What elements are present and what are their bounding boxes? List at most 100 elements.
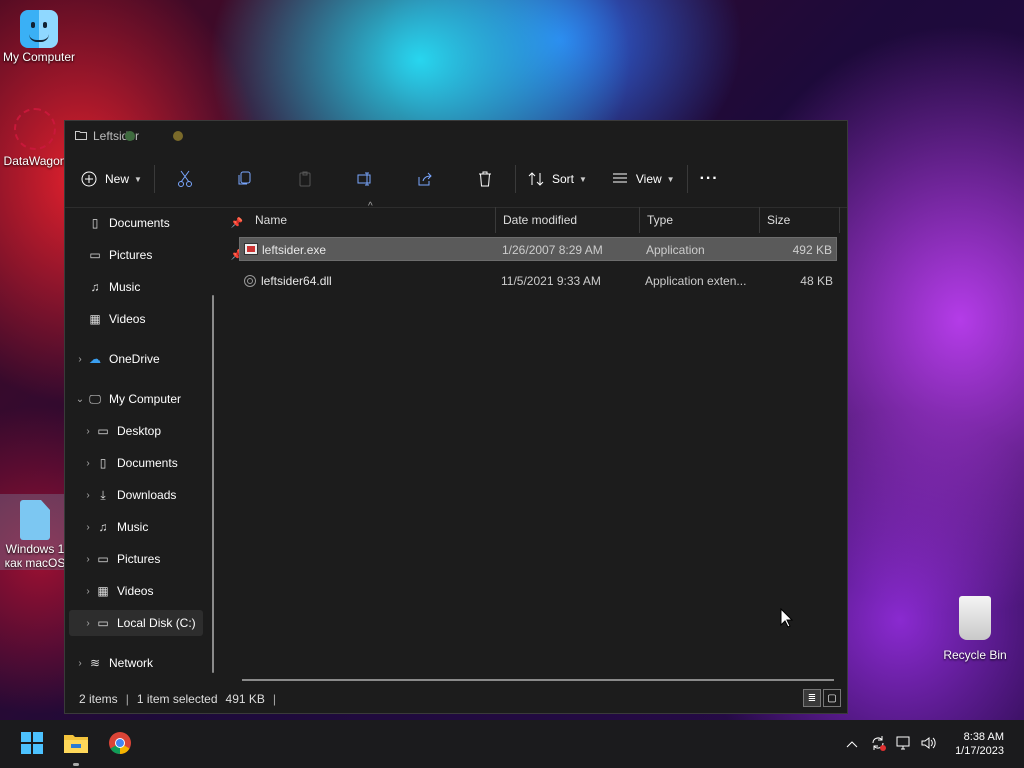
file-size: 48 KB: [800, 274, 833, 288]
document-icon: ▯: [91, 216, 99, 230]
view-button[interactable]: View ▼: [606, 163, 681, 195]
column-header-type[interactable]: Type: [647, 207, 673, 233]
nav-item-downloads[interactable]: › ⤓ Downloads: [81, 482, 221, 508]
desktop-icon: ▭: [97, 424, 109, 438]
nav-item-my-computer[interactable]: ⌄ 🖵 My Computer: [73, 386, 213, 412]
chevron-down-icon: ▼: [666, 174, 675, 184]
tiles-view-button[interactable]: ▢: [823, 689, 841, 707]
nav-item-label: OneDrive: [109, 352, 160, 366]
chevron-down-icon: ▼: [134, 174, 142, 184]
file-row[interactable]: leftsider64.dll 11/5/2021 9:33 AM Applic…: [239, 269, 837, 293]
column-header-size[interactable]: Size: [767, 207, 790, 233]
column-date-label: Date modified: [503, 213, 578, 227]
nav-scrollbar[interactable]: [212, 295, 214, 673]
chevron-right-icon[interactable]: ›: [81, 522, 95, 533]
chevron-up-icon[interactable]: [846, 737, 858, 751]
nav-item-videos[interactable]: › ▦ Videos: [81, 578, 221, 604]
network-status-icon[interactable]: [896, 735, 912, 754]
cut-button[interactable]: [161, 163, 209, 195]
copy-button[interactable]: [221, 163, 269, 195]
datawagon-icon: [14, 108, 56, 150]
nav-item-videos-quick[interactable]: ▦ Videos: [87, 306, 227, 332]
desktop-icon-windows-macos[interactable]: Windows 1 как macOS: [0, 494, 74, 570]
desktop-icon-datawagon[interactable]: DataWagon: [0, 108, 74, 168]
selection-size: 491 KB: [225, 692, 265, 706]
nav-item-local-disk[interactable]: › ▭ Local Disk (C:): [69, 610, 203, 636]
file-icon: [20, 500, 50, 540]
more-options-button[interactable]: ···: [694, 163, 725, 195]
column-divider[interactable]: [839, 207, 840, 233]
chevron-right-icon[interactable]: ›: [81, 554, 95, 565]
desktop-icon-recycle-bin[interactable]: Recycle Bin: [936, 596, 1014, 662]
nav-item-network[interactable]: › ≋ Network: [73, 650, 213, 676]
nav-item-music-quick[interactable]: ♫ Music: [87, 274, 227, 300]
start-button[interactable]: [16, 728, 48, 760]
title-bar[interactable]: Leftsider: [65, 121, 847, 151]
sort-button[interactable]: Sort ▼: [522, 163, 593, 195]
desktop-icon-my-computer[interactable]: My Computer: [0, 10, 78, 64]
explorer-body: ▯ Documents 📌 ▭ Pictures 📌 ♫ Music ▦ Vid…: [65, 201, 847, 685]
rename-icon: [357, 171, 373, 187]
maximize-button[interactable]: [125, 131, 135, 141]
chevron-down-icon[interactable]: ⌄: [73, 394, 87, 405]
chevron-right-icon[interactable]: ›: [81, 586, 95, 597]
paste-icon: [297, 171, 313, 187]
recycle-bin-icon: [959, 596, 991, 640]
nav-item-onedrive[interactable]: › ☁ OneDrive: [73, 346, 213, 372]
taskbar-file-explorer[interactable]: [60, 728, 92, 766]
delete-button[interactable]: [461, 163, 509, 195]
finder-icon: [20, 10, 58, 48]
nav-item-documents[interactable]: › ▯ Documents: [81, 450, 221, 476]
nav-item-label: Documents: [117, 456, 178, 470]
chevron-right-icon[interactable]: ›: [81, 458, 95, 469]
computer-icon: 🖵: [89, 391, 101, 406]
toolbar-separator: [514, 165, 516, 193]
selection-count: 1 item selected: [136, 692, 218, 706]
chevron-right-icon[interactable]: ›: [81, 490, 95, 501]
download-icon: ⤓: [100, 487, 106, 502]
horizontal-scrollbar[interactable]: [242, 679, 834, 681]
chevron-right-icon[interactable]: ›: [81, 618, 95, 629]
nav-item-label: Videos: [117, 584, 154, 598]
file-name: leftsider64.dll: [261, 274, 332, 288]
file-row[interactable]: leftsider.exe 1/26/2007 8:29 AM Applicat…: [239, 237, 837, 261]
clock[interactable]: 8:38 AM 1/17/2023: [955, 730, 1004, 758]
taskbar-chrome[interactable]: [104, 728, 136, 760]
dll-file-icon: [243, 274, 257, 291]
view-toggles: ≣ ▢: [803, 689, 841, 707]
nav-item-pictures[interactable]: › ▭ Pictures: [81, 546, 221, 572]
share-button[interactable]: [401, 163, 449, 195]
drive-icon: ▭: [97, 616, 109, 630]
desktop-icon-label: Recycle Bin: [943, 648, 1007, 662]
details-view-button[interactable]: ≣: [803, 689, 821, 707]
volume-icon[interactable]: [920, 735, 936, 754]
column-header-date[interactable]: Date modified: [503, 207, 577, 233]
sort-label: Sort: [551, 172, 574, 186]
chevron-right-icon[interactable]: ›: [81, 426, 95, 437]
column-divider[interactable]: [759, 207, 760, 233]
exe-file-icon: [244, 243, 258, 258]
video-icon: ▦: [89, 312, 101, 326]
file-type: Application: [646, 243, 705, 257]
nav-item-desktop[interactable]: › ▭ Desktop: [81, 418, 221, 444]
document-icon: ▯: [99, 456, 107, 470]
chevron-right-icon[interactable]: ›: [73, 658, 87, 669]
sort-icon: [528, 171, 544, 187]
nav-item-music[interactable]: › ♫ Music: [81, 514, 221, 540]
music-icon: ♫: [90, 280, 100, 294]
picture-icon: ▭: [89, 248, 101, 262]
clock-time: 8:38 AM: [963, 731, 1004, 743]
nav-item-label: Network: [109, 656, 154, 670]
column-divider[interactable]: [495, 207, 496, 233]
new-button[interactable]: New ▼: [75, 163, 148, 195]
chevron-right-icon[interactable]: ›: [73, 354, 87, 365]
column-header-name[interactable]: Name: [255, 207, 287, 233]
system-tray: [846, 720, 936, 768]
column-divider[interactable]: [639, 207, 640, 233]
nav-item-pictures-quick[interactable]: ▭ Pictures 📌: [87, 242, 243, 268]
paste-button[interactable]: [281, 163, 329, 195]
nav-item-documents-quick[interactable]: ▯ Documents 📌: [87, 210, 243, 236]
rename-button[interactable]: [341, 163, 389, 195]
sync-icon[interactable]: [870, 735, 886, 754]
minimize-button[interactable]: [173, 131, 183, 141]
